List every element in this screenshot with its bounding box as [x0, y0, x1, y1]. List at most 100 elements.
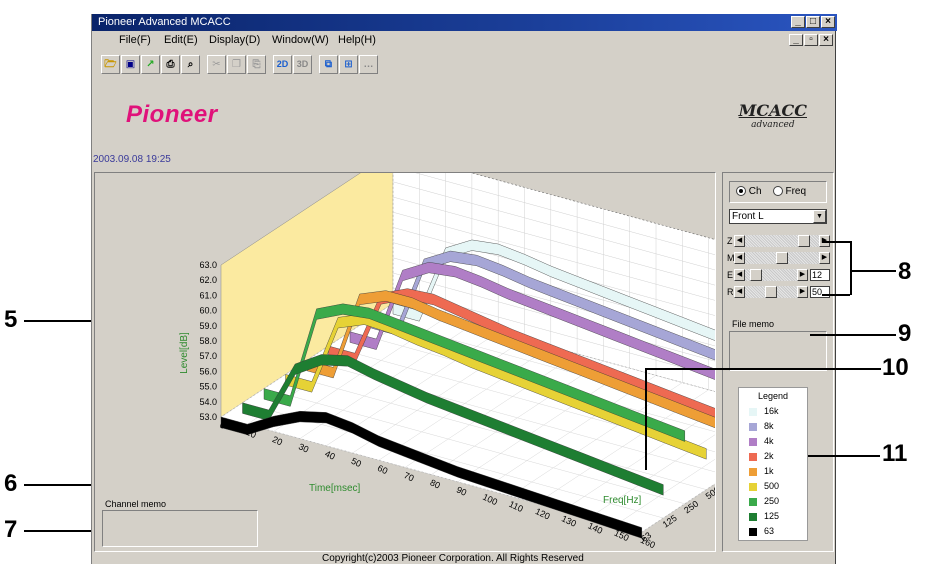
legend-title: Legend: [757, 391, 789, 401]
measurement-datetime: 2003.09.08 19:25: [93, 154, 171, 165]
chevron-right-icon[interactable]: ▶: [797, 286, 808, 298]
x-tick-label: 70: [402, 470, 415, 483]
legend-item: 125: [739, 509, 807, 524]
more-button[interactable]: …: [359, 54, 378, 74]
title-bar: Pioneer Advanced MCACC _ □ ×: [92, 14, 837, 31]
menu-file[interactable]: File(F): [119, 31, 151, 49]
copyright-text: Copyright(c)2003 Pioneer Corporation. Al…: [322, 553, 584, 564]
legend-item: 63: [739, 524, 807, 539]
view-2d-button[interactable]: 2D: [273, 54, 292, 74]
chevron-left-icon[interactable]: ◀: [734, 286, 745, 298]
y-tick-label: 62.0: [199, 275, 217, 285]
file-memo[interactable]: File memo: [729, 319, 827, 371]
print-icon[interactable]: ⎙: [161, 54, 180, 74]
slider-thumb[interactable]: [750, 269, 762, 281]
slider-thumb[interactable]: [765, 286, 777, 298]
paste-icon[interactable]: ⎘: [247, 54, 266, 74]
chevron-right-icon[interactable]: ▶: [819, 252, 830, 264]
cut-icon[interactable]: ✂: [207, 54, 226, 74]
menu-help[interactable]: Help(H): [338, 31, 376, 49]
y-tick-label: 56.0: [199, 366, 217, 376]
legend-label: 4k: [764, 436, 774, 446]
callout-10: 10: [882, 354, 909, 381]
slider-thumb[interactable]: [776, 252, 788, 264]
radio-freq-label: Freq: [785, 186, 807, 197]
tile-windows-icon[interactable]: ⊞: [339, 54, 358, 74]
legend-label: 250: [764, 496, 780, 506]
z-axis-label: Freq[Hz]: [603, 495, 642, 506]
save-icon[interactable]: ▣: [121, 54, 140, 74]
legend-swatch: [749, 453, 757, 461]
mdi-close-button[interactable]: ×: [819, 34, 833, 46]
menu-window[interactable]: Window(W): [272, 31, 329, 49]
mode-group: Ch Freq: [729, 181, 827, 203]
legend-swatch: [749, 423, 757, 431]
close-button[interactable]: ×: [821, 16, 835, 28]
channel-memo[interactable]: Channel memo: [102, 499, 258, 547]
slider-label: E: [727, 270, 734, 280]
callout-6: 6: [4, 470, 18, 497]
chart-panel: 63.0 62.0 61.0 60.0 59.0 58.0 57.0 56.0 55.0 54.0…: [94, 172, 716, 552]
slider-e[interactable]: E ◀ ▶ 12: [727, 269, 831, 283]
y-tick-label: 53.0: [199, 412, 217, 422]
mdi-restore-button[interactable]: ▫: [804, 34, 818, 46]
menu-bar: File(F) Edit(E) Display(D) Window(W) Hel…: [92, 31, 837, 49]
callout-10-drop: [645, 368, 647, 470]
menu-display[interactable]: Display(D): [209, 31, 260, 49]
legend-item: 1k: [739, 464, 807, 479]
callout-8: 8: [898, 258, 912, 285]
legend-label: 125: [764, 511, 780, 521]
minimize-button[interactable]: _: [791, 16, 805, 28]
slider-thumb[interactable]: [798, 235, 810, 247]
mdi-minimize-button[interactable]: _: [789, 34, 803, 46]
view-3d-button[interactable]: 3D: [293, 54, 312, 74]
x-tick-label: 50: [350, 456, 363, 469]
x-tick-label: 60: [376, 463, 389, 476]
slider-z[interactable]: Z◀▶: [727, 235, 831, 249]
menu-edit[interactable]: Edit(E): [164, 31, 198, 49]
slider-r[interactable]: R ◀ ▶ 50: [727, 286, 831, 300]
x-tick-label: 100: [481, 492, 499, 507]
control-panel: Ch Freq Front L ▼ Z◀▶M◀▶E◀▶12R◀▶50 File …: [722, 172, 834, 552]
legend: Legend 16k 8k 4k 2k 1k 500 250 125 63: [738, 387, 808, 541]
chevron-down-icon: ▼: [813, 210, 826, 223]
legend-swatch: [749, 468, 757, 476]
slider-m[interactable]: M ◀ ▶: [727, 252, 831, 266]
y-tick-label: 59.0: [199, 321, 217, 331]
x-tick-label: 90: [455, 485, 468, 498]
chevron-left-icon[interactable]: ◀: [734, 252, 745, 264]
legend-label: 2k: [764, 451, 774, 461]
chevron-left-icon[interactable]: ◀: [734, 269, 745, 281]
legend-swatch: [749, 438, 757, 446]
y-tick-label: 57.0: [199, 351, 217, 361]
slider-value[interactable]: 12: [810, 269, 830, 281]
channel-select[interactable]: Front L ▼: [729, 209, 827, 224]
print-preview-icon[interactable]: ⌕: [181, 54, 200, 74]
radio-ch[interactable]: [736, 186, 746, 197]
callout-10-line: [645, 368, 881, 370]
callout-8-bracket-top: [822, 241, 850, 243]
cascade-windows-icon[interactable]: ⧉: [319, 54, 338, 74]
mcacc-logo: MCACC advanced: [738, 101, 807, 130]
file-memo-label: File memo: [732, 319, 775, 329]
slider-value[interactable]: 50: [810, 286, 830, 298]
legend-item: 250: [739, 494, 807, 509]
legend-label: 16k: [764, 406, 779, 416]
maximize-button[interactable]: □: [806, 16, 820, 28]
graph-icon[interactable]: ↗: [141, 54, 160, 74]
callout-8-line: [852, 270, 896, 272]
legend-label: 1k: [764, 466, 774, 476]
chevron-right-icon[interactable]: ▶: [797, 269, 808, 281]
legend-label: 63: [764, 526, 775, 536]
y-tick-label: 55.0: [199, 382, 217, 392]
radio-freq[interactable]: [772, 186, 783, 197]
x-tick-label: 120: [534, 506, 552, 521]
copy-icon[interactable]: ❐: [227, 54, 246, 74]
radio-ch-label: Ch: [748, 186, 762, 197]
slider-label: R: [727, 287, 734, 297]
callout-5: 5: [4, 306, 18, 333]
legend-item: 16k: [739, 404, 807, 419]
x-axis-label: Time[msec]: [309, 483, 361, 494]
open-folder-icon[interactable]: 🗁: [101, 54, 120, 74]
chevron-left-icon[interactable]: ◀: [734, 235, 745, 247]
